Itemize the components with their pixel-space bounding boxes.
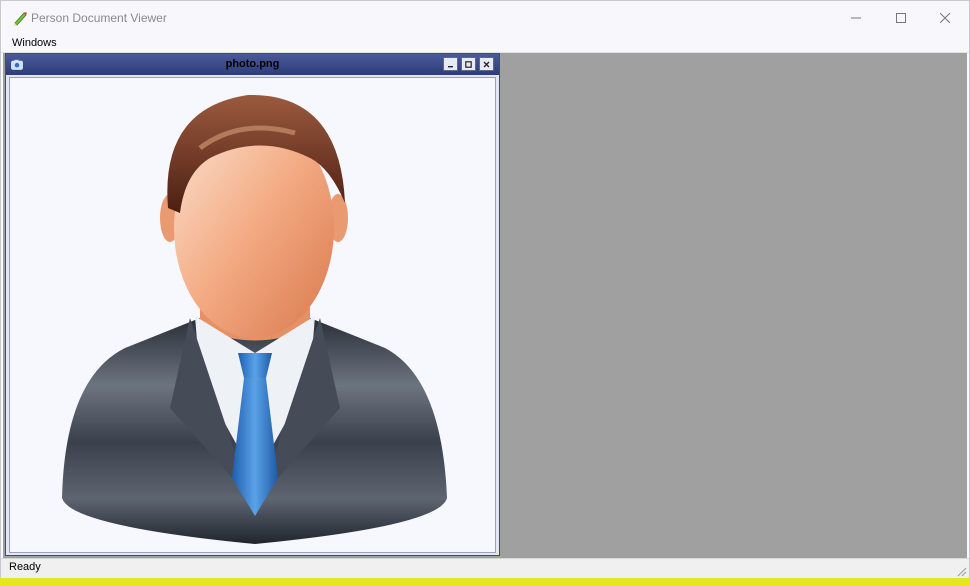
child-maximize-button[interactable] (461, 57, 476, 71)
minimize-icon (448, 65, 453, 67)
title-bar[interactable]: Person Document Viewer (1, 1, 969, 34)
minimize-button[interactable] (833, 1, 879, 34)
status-text: Ready (9, 561, 41, 573)
child-minimize-button[interactable] (443, 57, 458, 71)
close-icon (940, 12, 950, 23)
child-window-title: photo.png (225, 58, 280, 70)
main-window: Person Document Viewer Windows photo.png (0, 0, 970, 578)
status-bar: Ready (1, 558, 969, 578)
image-view (9, 77, 496, 553)
bottom-accent-stripe (0, 578, 970, 586)
menu-bar: Windows (1, 34, 969, 53)
person-avatar-image (62, 94, 447, 544)
child-close-button[interactable] (479, 57, 494, 71)
mdi-area: photo.png (3, 53, 967, 558)
pencil-icon (14, 12, 27, 26)
maximize-button[interactable] (878, 1, 924, 34)
close-icon (483, 61, 490, 67)
maximize-icon (896, 12, 906, 23)
close-button[interactable] (922, 1, 968, 34)
maximize-icon (465, 60, 472, 68)
menu-windows[interactable]: Windows (12, 37, 57, 49)
minimize-icon (851, 17, 861, 18)
child-window-photo[interactable]: photo.png (5, 53, 500, 556)
resize-grip-icon[interactable] (955, 565, 967, 577)
window-title: Person Document Viewer (31, 11, 167, 25)
child-title-bar[interactable]: photo.png (6, 54, 499, 75)
